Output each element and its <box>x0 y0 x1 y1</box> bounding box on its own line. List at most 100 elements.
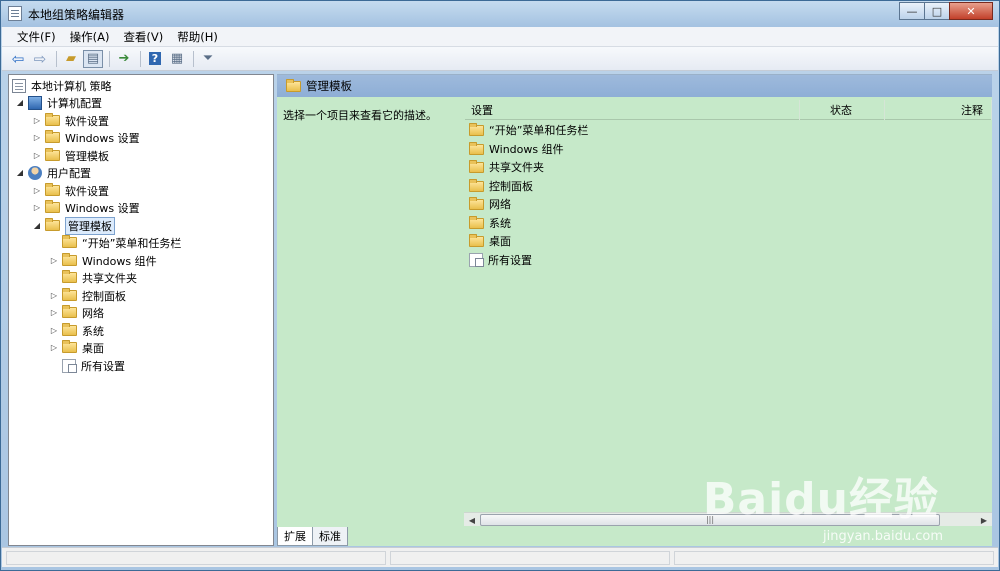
minimize-button[interactable]: — <box>899 2 925 20</box>
all-settings-icon <box>62 358 77 373</box>
expand-arrow-icon[interactable]: ▷ <box>32 151 42 160</box>
expand-arrow-icon[interactable]: ▷ <box>49 308 59 317</box>
folder-icon <box>469 141 484 155</box>
tree-label: 用户配置 <box>47 166 91 180</box>
tree-item-all-settings[interactable]: 所有设置 <box>49 357 125 374</box>
tree-label: 软件设置 <box>65 114 109 128</box>
tree-label: 网络 <box>82 306 104 320</box>
status-segment <box>390 551 670 565</box>
tree-item-control-panel[interactable]: ▷ 控制面板 <box>49 287 126 304</box>
tree-item-system[interactable]: ▷ 系统 <box>49 322 104 339</box>
help-icon[interactable]: ? <box>145 50 165 68</box>
tree-item-computer-windows[interactable]: ▷ Windows 设置 <box>32 129 140 146</box>
folder-icon <box>286 78 301 92</box>
expand-arrow-icon[interactable]: ▷ <box>49 291 59 300</box>
folder-icon <box>62 340 77 353</box>
title-bar[interactable]: 本地组策略编辑器 — □ ✕ <box>1 1 999 27</box>
expand-arrow-icon[interactable]: ▷ <box>32 203 42 212</box>
tree-item-network[interactable]: ▷ 网络 <box>49 304 104 321</box>
tree-item-start-menu[interactable]: “开始”菜单和任务栏 <box>49 234 181 251</box>
list-item-control-panel[interactable]: 控制面板 <box>469 177 533 195</box>
list-item-label: 系统 <box>489 217 511 230</box>
tab-extended[interactable]: 扩展 <box>277 527 313 546</box>
toolbar-separator <box>109 50 110 67</box>
expand-arrow-icon[interactable]: ▷ <box>49 326 59 335</box>
tree-label: “开始”菜单和任务栏 <box>82 236 182 250</box>
menu-help[interactable]: 帮助(H) <box>170 29 225 45</box>
menu-view[interactable]: 查看(V) <box>116 29 170 45</box>
list-item-all-settings[interactable]: 所有设置 <box>469 251 532 269</box>
tree-item-user-windows[interactable]: ▷ Windows 设置 <box>32 199 140 216</box>
list-item-start-menu[interactable]: “开始”菜单和任务栏 <box>469 121 588 139</box>
collapse-arrow-icon[interactable]: ◢ <box>15 168 25 177</box>
collapse-arrow-icon[interactable]: ◢ <box>32 221 42 230</box>
view-tabs: 扩展 标准 <box>277 527 348 546</box>
tree-label: 软件设置 <box>65 184 109 198</box>
list-item-windows-components[interactable]: Windows 组件 <box>469 140 564 158</box>
tree-item-user-admin[interactable]: ◢ 管理模板 <box>32 216 115 235</box>
list-item-network[interactable]: 网络 <box>469 195 511 213</box>
collapse-arrow-icon[interactable]: ◢ <box>15 98 25 107</box>
up-folder-icon[interactable]: ▰ <box>61 50 81 68</box>
export-list-icon[interactable]: ➔ <box>114 50 134 68</box>
column-header-state[interactable]: 状态 <box>800 100 885 120</box>
folder-icon <box>45 200 60 213</box>
list-item-shared-folders[interactable]: 共享文件夹 <box>469 158 544 176</box>
column-header-comment[interactable]: 注释 <box>885 100 992 120</box>
tab-standard[interactable]: 标准 <box>312 527 348 546</box>
status-segment <box>6 551 386 565</box>
toolbar-separator <box>193 50 194 67</box>
filter-icon[interactable]: ⏷ <box>198 50 218 68</box>
details-title: 管理模板 <box>306 79 352 93</box>
close-button[interactable]: ✕ <box>949 2 993 20</box>
tree-item-desktop[interactable]: ▷ 桌面 <box>49 339 104 356</box>
scroll-left-arrow-icon[interactable]: ◀ <box>465 514 479 526</box>
tree-item-computer-config[interactable]: ◢ 计算机配置 <box>15 94 102 111</box>
list-item-label: 共享文件夹 <box>489 161 544 174</box>
toolbar-separator <box>140 50 141 67</box>
console-view-icon[interactable]: ▦ <box>167 50 187 68</box>
policy-document-icon <box>12 78 26 93</box>
tree-label: Windows 设置 <box>65 201 140 215</box>
expand-arrow-icon[interactable]: ▷ <box>32 116 42 125</box>
tree-pane[interactable]: 本地计算机 策略 ◢ 计算机配置 ▷ 软件设置 ▷ Windows 设置 ▷ 管… <box>8 74 274 546</box>
expand-arrow-icon[interactable]: ▷ <box>32 133 42 142</box>
maximize-button[interactable]: □ <box>924 2 950 20</box>
expand-arrow-icon[interactable]: ▷ <box>49 256 59 265</box>
list-item-label: 桌面 <box>489 235 511 248</box>
folder-icon <box>62 270 77 283</box>
tree-item-user-software[interactable]: ▷ 软件设置 <box>32 182 109 199</box>
list-item-desktop[interactable]: 桌面 <box>469 232 511 250</box>
tree-label: 本地计算机 策略 <box>31 79 112 93</box>
policy-editor-icon <box>8 6 22 21</box>
window-title: 本地组策略编辑器 <box>28 8 125 22</box>
scroll-right-arrow-icon[interactable]: ▶ <box>977 514 991 526</box>
folder-icon <box>45 113 60 126</box>
tree-item-shared-folders[interactable]: 共享文件夹 <box>49 269 137 286</box>
list-item-label: 控制面板 <box>489 180 533 193</box>
details-header: 管理模板 <box>277 75 992 97</box>
list-item-label: 网络 <box>489 198 511 211</box>
tree-item-windows-components[interactable]: ▷ Windows 组件 <box>49 252 157 269</box>
list-item-system[interactable]: 系统 <box>469 214 511 232</box>
folder-icon <box>62 288 77 301</box>
column-header-setting[interactable]: 设置 <box>465 100 800 120</box>
window-controls: — □ ✕ <box>899 2 993 20</box>
tree-item-computer-software[interactable]: ▷ 软件设置 <box>32 112 109 129</box>
tree-item-root[interactable]: 本地计算机 策略 <box>12 77 112 94</box>
settings-list[interactable]: 设置 状态 注释 “开始”菜单和任务栏 Windows 组件 共享文件夹 控制面… <box>465 100 992 525</box>
baidu-watermark-url: jingyan.baidu.com <box>823 529 943 544</box>
folder-icon <box>45 130 60 143</box>
show-hide-tree-icon[interactable]: ▤ <box>83 49 103 68</box>
user-icon <box>28 165 42 180</box>
menu-file[interactable]: 文件(F) <box>10 29 63 45</box>
forward-arrow-icon[interactable]: ⇨ <box>30 50 50 68</box>
tree-label: Windows 组件 <box>82 254 157 268</box>
tree-item-user-config[interactable]: ◢ 用户配置 <box>15 164 91 181</box>
menu-action[interactable]: 操作(A) <box>63 29 117 45</box>
expand-arrow-icon[interactable]: ▷ <box>32 186 42 195</box>
folder-icon <box>62 323 77 336</box>
expand-arrow-icon[interactable]: ▷ <box>49 343 59 352</box>
tree-item-computer-admin[interactable]: ▷ 管理模板 <box>32 147 109 164</box>
back-arrow-icon[interactable]: ⇦ <box>8 50 28 68</box>
